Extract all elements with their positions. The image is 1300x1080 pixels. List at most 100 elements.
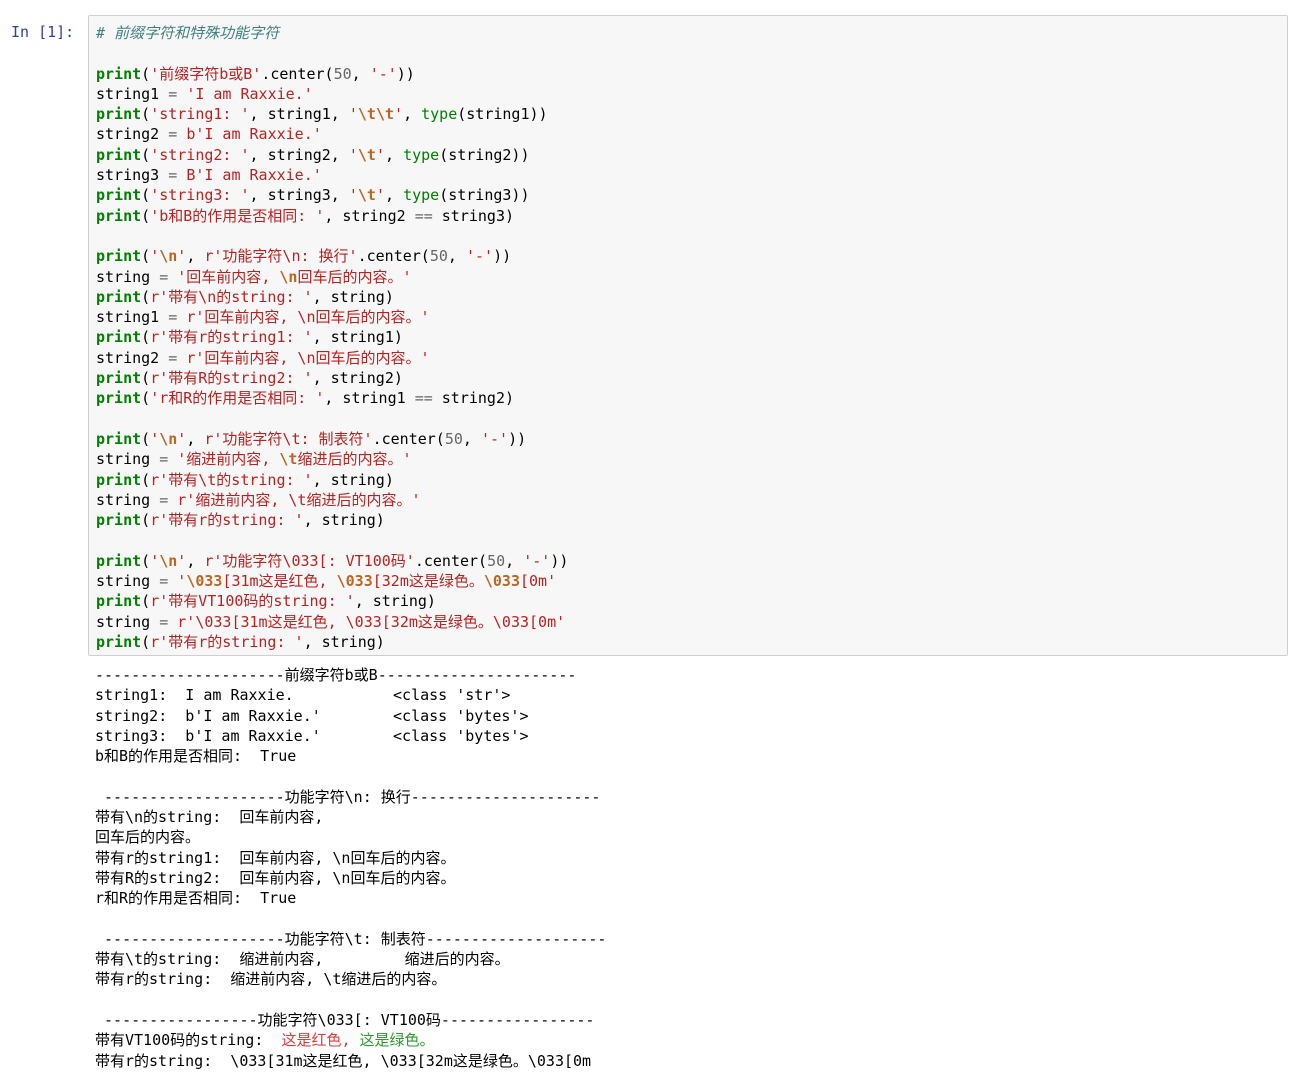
code-line-token: string bbox=[96, 572, 160, 591]
output-line: 带有\t的string: 缩进前内容, 缩进后的内容。 bbox=[95, 949, 1285, 969]
code-line-token: 'string3: ' bbox=[150, 186, 250, 205]
code-line-token: ( bbox=[141, 470, 151, 489]
code-line-token: '-' bbox=[369, 64, 397, 83]
code-line-token: print bbox=[96, 105, 142, 124]
code-line-token: = bbox=[159, 450, 169, 469]
code-line-token: (string3)) bbox=[439, 186, 530, 205]
code-line-token bbox=[168, 450, 177, 468]
output-line: b和B的作用是否相同: True bbox=[95, 746, 1285, 766]
code-line-token: string2) bbox=[432, 389, 515, 408]
code-line: print(r'带有r的string1: ', string1) bbox=[96, 327, 1281, 347]
code-line-token: , string2) bbox=[312, 369, 403, 388]
code-line-token: type bbox=[403, 145, 440, 164]
code-line-token: \n bbox=[159, 247, 178, 266]
code-line: string = '缩进前内容, \t缩进后的内容。' bbox=[96, 449, 1281, 469]
code-line-token: , bbox=[403, 105, 422, 124]
code-line-token: , bbox=[462, 429, 481, 448]
code-line-token: r'回车前内容, \n回车后的内容。' bbox=[186, 348, 430, 367]
code-line-token: string bbox=[96, 450, 160, 469]
code-line-token: type bbox=[421, 105, 458, 124]
code-line: print('\n', r'功能字符\n: 换行'.center(50, '-'… bbox=[96, 246, 1281, 266]
code-line-token: B'I am Raxxie.' bbox=[186, 166, 322, 185]
code-line-token: '-' bbox=[523, 551, 551, 570]
code-line-token: r'带有\t的string: ' bbox=[150, 470, 313, 489]
code-line-token: print bbox=[96, 64, 142, 83]
code-line-token: print bbox=[96, 186, 142, 205]
code-line-token bbox=[168, 613, 177, 631]
code-line-token: , string) bbox=[312, 470, 394, 489]
code-area[interactable]: # 前缀字符和特殊功能字符 print('前缀字符b或B'.center(50,… bbox=[96, 23, 1281, 652]
output-line-token: string3: b'I am Raxxie.' <class 'bytes'> bbox=[95, 726, 529, 745]
code-line-token: ' bbox=[375, 145, 385, 164]
code-line-token: print bbox=[96, 551, 142, 570]
code-line-token: ' bbox=[177, 551, 187, 570]
code-line-token: , string) bbox=[312, 287, 394, 306]
code-line-token: , string1) bbox=[312, 328, 403, 347]
code-line-token: )) bbox=[550, 551, 569, 570]
output-line-token: 带有r的string: 缩进前内容, \t缩进后的内容。 bbox=[95, 970, 447, 989]
code-line-token: , string3, bbox=[249, 186, 349, 205]
code-line: string2 = r'回车前内容, \n回车后的内容。' bbox=[96, 348, 1281, 368]
output-line-token: 带有\t的string: 缩进前内容, 缩进后的内容。 bbox=[95, 950, 510, 969]
code-line-token: \n bbox=[279, 267, 298, 286]
code-line: print(r'带有r的string: ', string) bbox=[96, 632, 1281, 652]
code-line-token: ' bbox=[348, 105, 358, 124]
code-line-token: ( bbox=[141, 287, 151, 306]
code-line-token: '前缀字符b或B' bbox=[150, 64, 262, 83]
code-line-token: print bbox=[96, 287, 142, 306]
code-line-token: \t bbox=[357, 145, 376, 164]
code-line-token: ' bbox=[150, 429, 160, 448]
code-line-token: 'r和R的作用是否相同: ' bbox=[150, 389, 325, 408]
code-line: print('r和R的作用是否相同: ', string1 == string2… bbox=[96, 388, 1281, 408]
code-line-token: \t\t bbox=[357, 105, 395, 124]
code-line-token: ' bbox=[150, 247, 160, 266]
code-line-token: string2 bbox=[96, 125, 169, 144]
code-line-token: = bbox=[159, 612, 169, 631]
output-line: ---------------------前缀字符b或B------------… bbox=[95, 665, 1285, 685]
cell-output: ---------------------前缀字符b或B------------… bbox=[95, 665, 1285, 1070]
code-line-token: print bbox=[96, 470, 142, 489]
code-line-token: ( bbox=[141, 429, 151, 448]
code-line-token: 'b和B的作用是否相同: ' bbox=[150, 206, 325, 225]
code-line-token: ' bbox=[150, 551, 160, 570]
code-line-token: ( bbox=[141, 105, 151, 124]
output-line: 带有r的string: 缩进前内容, \t缩进后的内容。 bbox=[95, 969, 1285, 989]
code-line-token: = bbox=[168, 125, 178, 144]
output-line-token: 带有R的string2: 回车前内容, \n回车后的内容。 bbox=[95, 868, 456, 887]
code-line-token: .center( bbox=[261, 64, 334, 83]
code-line: print('string2: ', string2, '\t', type(s… bbox=[96, 145, 1281, 165]
code-line: print('string3: ', string3, '\t', type(s… bbox=[96, 185, 1281, 205]
output-line-token: 这是红色, bbox=[281, 1031, 360, 1050]
code-line-token: type bbox=[403, 186, 440, 205]
code-line-token: ' bbox=[177, 429, 187, 448]
code-line-token: 回车后的内容。' bbox=[297, 267, 412, 286]
code-line: print(r'带有\t的string: ', string) bbox=[96, 470, 1281, 490]
output-line: --------------------功能字符\n: 换行----------… bbox=[95, 787, 1285, 807]
output-line-token: --------------------功能字符\t: 制表符---------… bbox=[95, 929, 607, 948]
code-line-token: , string) bbox=[303, 511, 385, 530]
code-line-token: r'\033[31m这是红色, \033[32m这是绿色。\033[0m' bbox=[177, 612, 566, 631]
code-line-token: ( bbox=[141, 328, 151, 347]
output-line: -----------------功能字符\033[: VT100码------… bbox=[95, 1010, 1285, 1030]
code-line: string2 = b'I am Raxxie.' bbox=[96, 124, 1281, 144]
code-line-token: 'I am Raxxie.' bbox=[186, 84, 313, 103]
code-line-token: ' bbox=[177, 572, 187, 591]
code-line-token: ( bbox=[141, 389, 151, 408]
output-line-token: b和B的作用是否相同: True bbox=[95, 747, 297, 766]
code-line-token bbox=[168, 491, 177, 509]
output-line: 带有r的string: \033[31m这是红色, \033[32m这是绿色。\… bbox=[95, 1051, 1285, 1070]
code-line-token: ( bbox=[141, 247, 151, 266]
code-line: string1 = 'I am Raxxie.' bbox=[96, 84, 1281, 104]
code-line-token: ( bbox=[141, 145, 151, 164]
output-line: --------------------功能字符\t: 制表符---------… bbox=[95, 929, 1285, 949]
code-editor[interactable]: # 前缀字符和特殊功能字符 print('前缀字符b或B'.center(50,… bbox=[88, 15, 1288, 656]
code-line-token: , string) bbox=[303, 632, 385, 651]
output-line-token: 带有VT100码的string: bbox=[95, 1031, 282, 1050]
code-line-token: )) bbox=[493, 247, 512, 266]
code-line-token: '-' bbox=[480, 429, 509, 448]
code-line-token: \t bbox=[357, 186, 376, 205]
